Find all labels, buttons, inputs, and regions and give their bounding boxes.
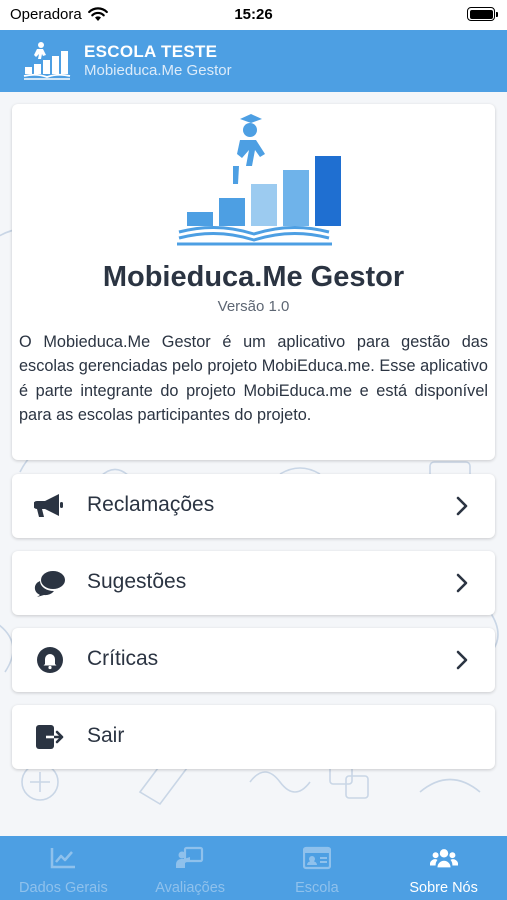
id-card-icon	[302, 846, 331, 870]
school-progress-logo-icon	[23, 42, 71, 80]
chevron-right-icon	[456, 496, 468, 516]
bottom-tab-bar: Dados Gerais Avaliações Escola Sobre Nós	[0, 836, 507, 900]
tab-escola[interactable]: Escola	[254, 836, 381, 900]
chart-line-icon	[51, 848, 76, 869]
tab-label-dados-gerais: Dados Gerais	[19, 880, 108, 896]
app-name: Mobieduca.Me Gestor	[102, 261, 405, 293]
tab-dados-gerais[interactable]: Dados Gerais	[0, 836, 127, 900]
sign-out-icon	[36, 725, 64, 749]
tab-sobre-nos[interactable]: Sobre Nós	[380, 836, 507, 900]
menu-label-sugestoes: Sugestões	[87, 570, 187, 593]
chevron-right-icon	[456, 573, 468, 593]
menu-item-sugestoes[interactable]: Sugestões	[12, 551, 495, 615]
tab-avaliacoes[interactable]: Avaliações	[127, 836, 254, 900]
status-bar: Operadora 15:26	[0, 0, 507, 30]
menu-item-criticas[interactable]: Críticas	[12, 628, 495, 692]
school-name: ESCOLA TESTE	[84, 42, 218, 61]
menu-item-sair[interactable]: Sair	[12, 705, 495, 769]
tab-label-escola: Escola	[295, 880, 339, 896]
status-time: 15:26	[234, 6, 273, 23]
menu-label-criticas: Críticas	[87, 647, 159, 670]
battery-icon	[467, 7, 498, 21]
tab-label-avaliacoes: Avaliações	[155, 880, 226, 896]
about-card: Mobieduca.Me Gestor Versão 1.0 O Mobiedu…	[12, 104, 495, 460]
bell-icon	[37, 647, 63, 673]
users-icon	[429, 849, 458, 868]
app-header: ESCOLA TESTE Mobieduca.Me Gestor	[0, 30, 507, 92]
app-description: O Mobieduca.Me Gestor é um aplicativo pa…	[19, 333, 488, 425]
tab-label-sobre-nos: Sobre Nós	[409, 880, 478, 896]
megaphone-icon	[34, 494, 63, 517]
app-subtitle: Mobieduca.Me Gestor	[84, 62, 232, 79]
menu-label-sair: Sair	[87, 724, 125, 747]
teacher-board-icon	[176, 846, 204, 868]
chat-bubbles-icon	[34, 571, 65, 597]
menu-label-reclamacoes: Reclamações	[87, 493, 215, 516]
chevron-right-icon	[456, 650, 468, 670]
school-progress-hero-icon	[177, 114, 341, 246]
menu-item-reclamacoes[interactable]: Reclamações	[12, 474, 495, 538]
app-version: Versão 1.0	[217, 298, 290, 315]
